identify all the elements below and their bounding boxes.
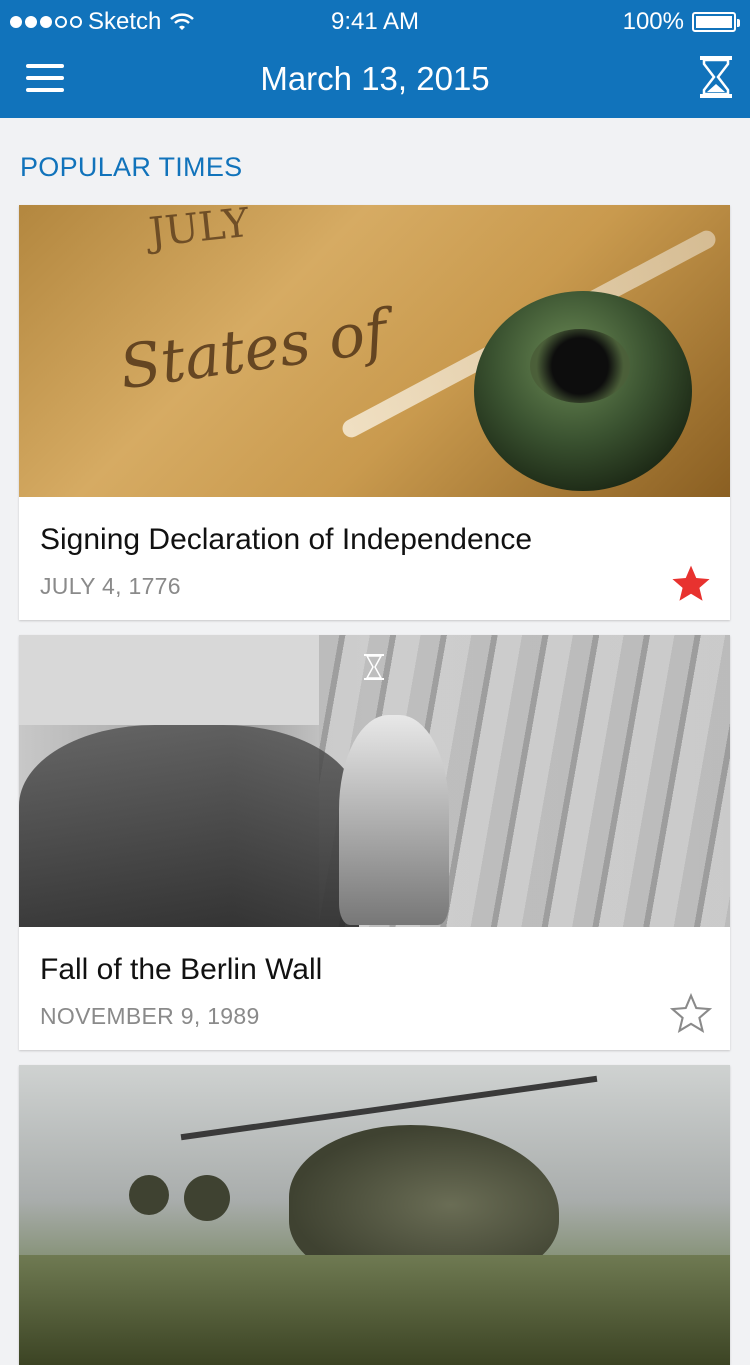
page-title: March 13, 2015 (260, 60, 490, 97)
section-title: POPULAR TIMES (20, 152, 243, 182)
event-date: NOVEMBER 9, 1989 (40, 1003, 260, 1029)
status-bar: Sketch 9:41 AM 100% (0, 0, 750, 40)
event-title: Fall of the Berlin Wall (40, 953, 323, 986)
navigation-bar: March 13, 2015 (0, 40, 750, 118)
star-outline-icon[interactable] (670, 993, 712, 1035)
event-card[interactable] (19, 1065, 730, 1365)
event-card[interactable]: JULY States of Signing Declaration of In… (19, 205, 730, 620)
battery-icon (692, 12, 740, 32)
battery-group: 100% (622, 8, 740, 36)
event-date: JULY 4, 1776 (40, 573, 181, 599)
hourglass-icon[interactable] (698, 54, 734, 100)
event-image-helicopters (19, 1065, 730, 1365)
hourglass-icon (364, 654, 384, 680)
event-card[interactable]: Fall of the Berlin Wall NOVEMBER 9, 1989 (19, 635, 730, 1050)
top-bar: Sketch 9:41 AM 100% March 13, 2015 (0, 0, 750, 118)
event-title: Signing Declaration of Independence (40, 523, 533, 556)
star-filled-icon[interactable] (670, 563, 712, 605)
battery-percent: 100% (622, 8, 684, 35)
event-image-declaration: JULY States of (19, 205, 730, 497)
event-image-berlin-wall (19, 635, 730, 927)
